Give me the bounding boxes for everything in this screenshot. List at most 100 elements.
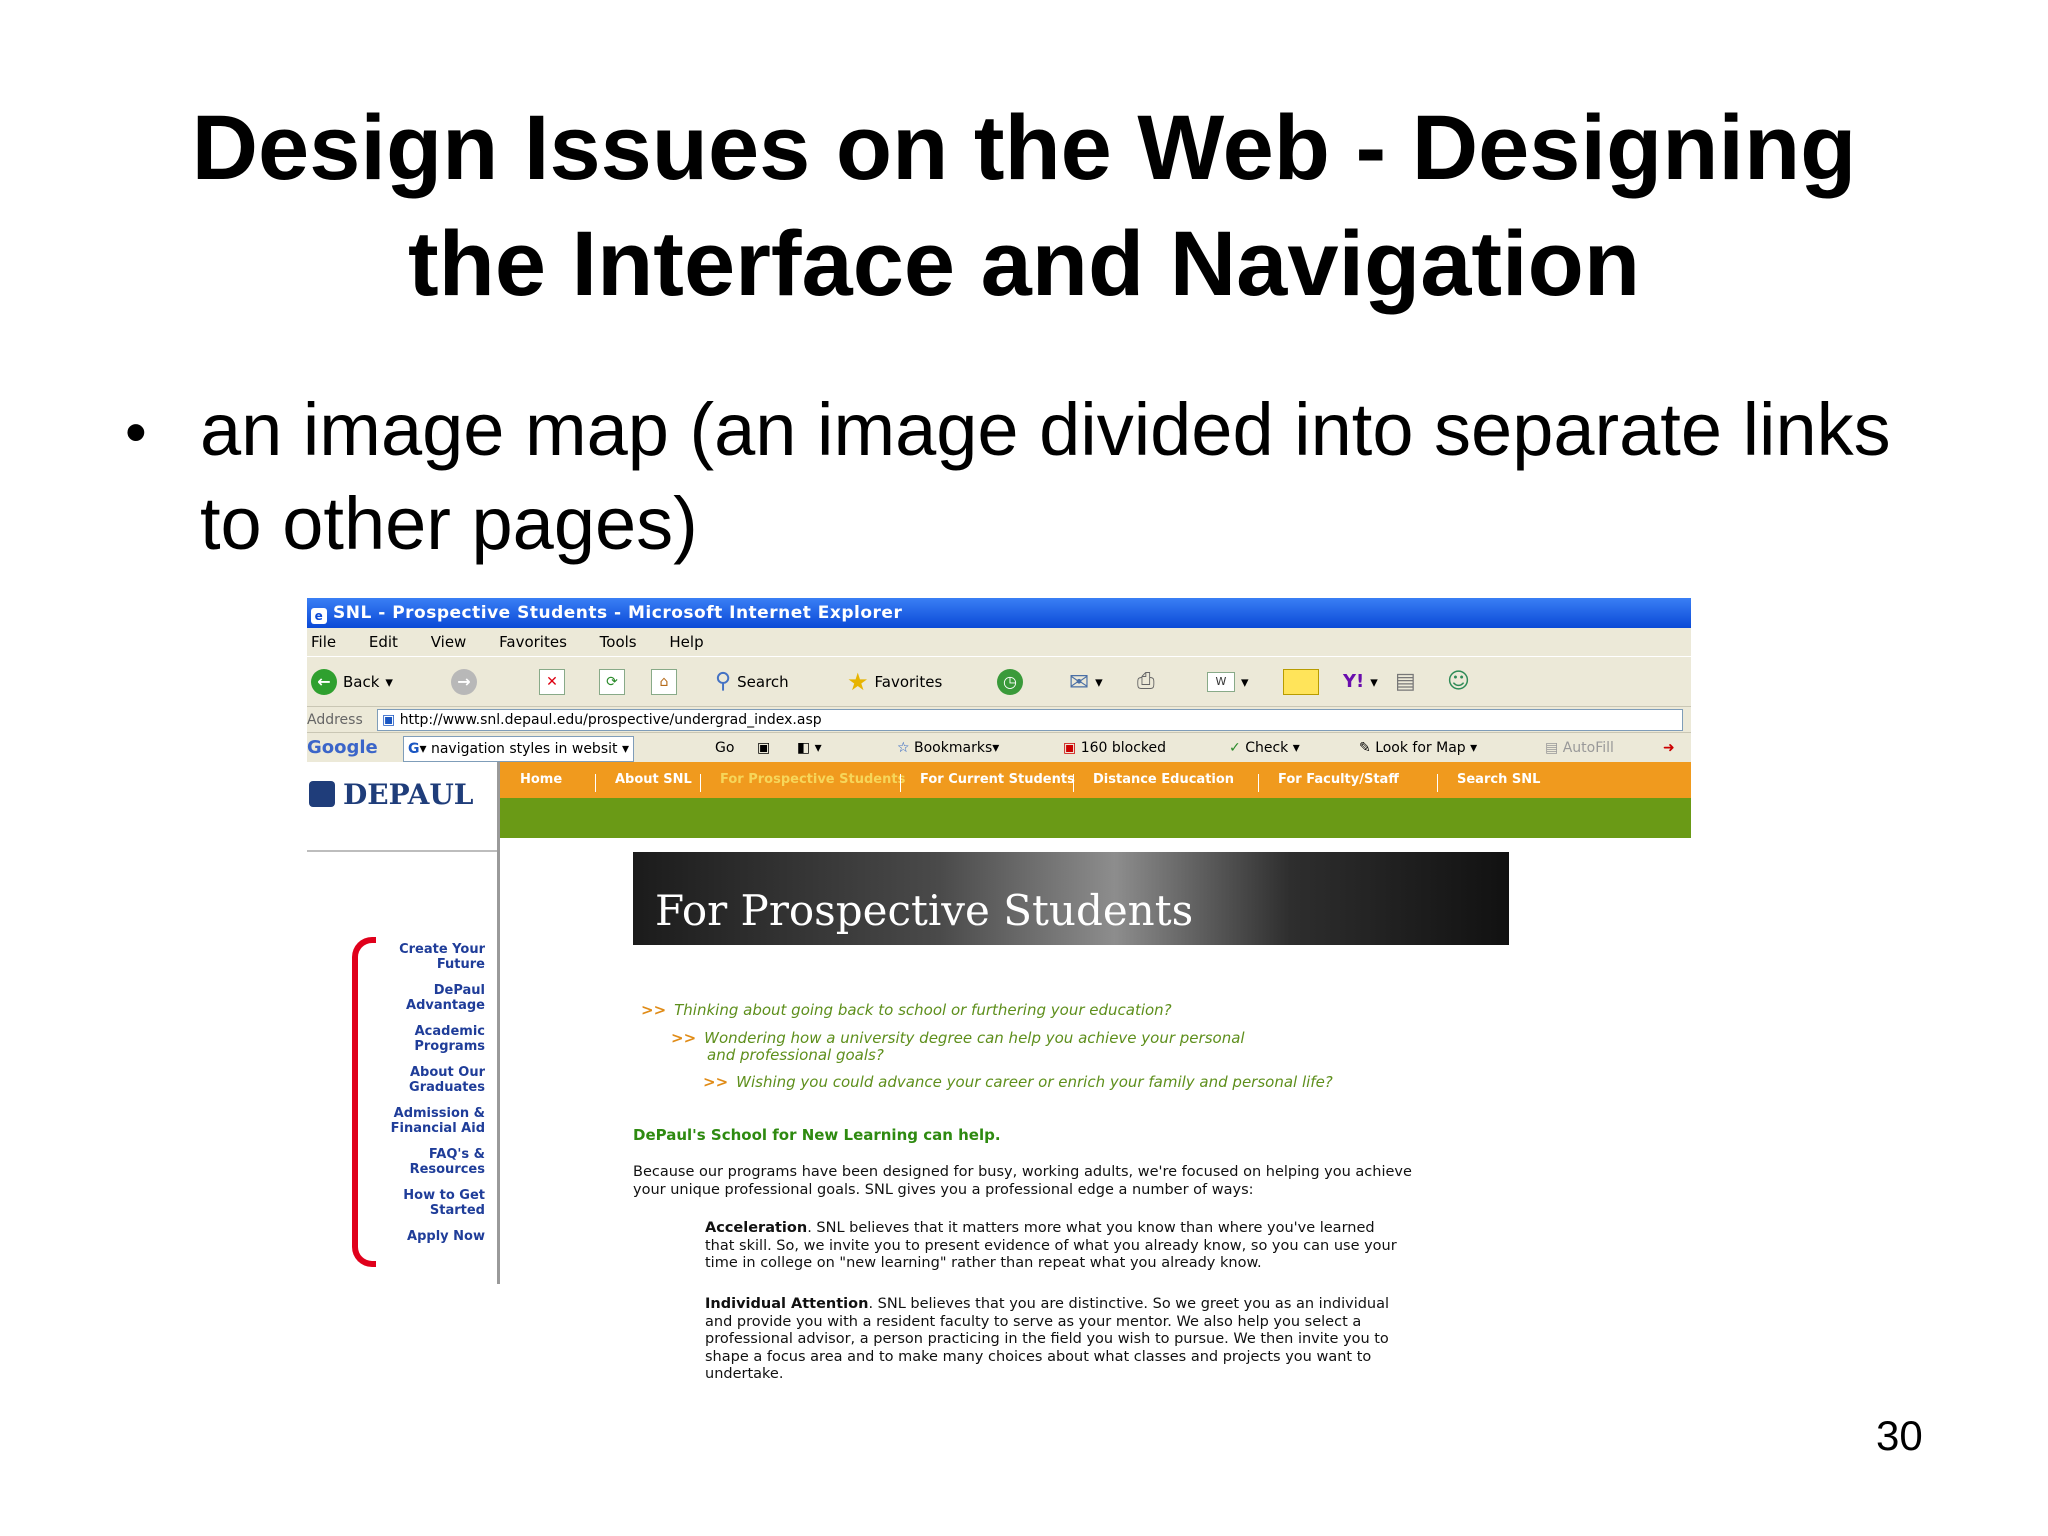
lookfor-map-button[interactable]: ✎ Look for Map ▾	[1359, 736, 1477, 760]
side-link-how-to-start[interactable]: How to Get Started	[345, 1188, 485, 1218]
menu-view[interactable]: View	[431, 633, 467, 651]
messenger-button[interactable]: ☺	[1447, 668, 1470, 696]
side-link-depaul-advantage[interactable]: DePaul Advantage	[345, 983, 485, 1013]
google-search-input[interactable]: G▾ navigation styles in websit ▾	[403, 736, 634, 762]
individual-line: shape a focus area and to make many choi…	[705, 1348, 1372, 1365]
note-button[interactable]	[1283, 668, 1319, 696]
side-link-faqs-resources[interactable]: FAQ's & Resources	[345, 1147, 485, 1177]
nav-current-students[interactable]: For Current Students	[920, 762, 1075, 798]
forward-button[interactable]: →	[451, 668, 477, 696]
lead-sentence: DePaul's School for New Learning can hel…	[633, 1126, 1001, 1144]
research-button[interactable]: ▤	[1395, 668, 1416, 696]
left-rule	[497, 762, 500, 1284]
side-link-line: Resources	[409, 1162, 485, 1177]
side-link-line: Admission &	[393, 1106, 485, 1121]
spellcheck-icon: ✓	[1229, 740, 1241, 756]
google-go-button[interactable]: Go	[715, 736, 734, 760]
nav-separator	[595, 774, 596, 792]
nav-home[interactable]: Home	[520, 762, 562, 798]
side-link-admission-aid[interactable]: Admission & Financial Aid	[345, 1106, 485, 1136]
acceleration-line: that skill. So, we invite you to present…	[705, 1237, 1397, 1254]
bookmarks-button[interactable]: ☆ Bookmarks▾	[897, 736, 999, 760]
side-link-academic-programs[interactable]: Academic Programs	[345, 1024, 485, 1054]
nav-about-snl[interactable]: About SNL	[615, 762, 692, 798]
question-2-text: Wondering how a university degree can he…	[704, 1029, 1245, 1047]
spellcheck-button[interactable]: ✓ Check ▾	[1229, 736, 1300, 760]
menu-tools[interactable]: Tools	[600, 633, 637, 651]
search-button[interactable]: ⚲ Search	[715, 668, 789, 696]
arrow-icon: >>	[671, 1029, 697, 1047]
google-options-icon[interactable]: ➜	[1663, 736, 1675, 760]
back-button[interactable]: ← Back ▾	[311, 668, 393, 696]
google-news-icon[interactable]: ▣	[757, 736, 770, 760]
green-band	[500, 798, 1691, 838]
menu-file[interactable]: File	[311, 633, 336, 651]
mail-button[interactable]: ✉ ▾	[1069, 668, 1103, 696]
edit-button[interactable]: W ▾	[1207, 668, 1249, 696]
acceleration-line: time in college on "new learning" rather…	[705, 1255, 1262, 1271]
intro-line: your unique professional goals. SNL give…	[633, 1181, 1254, 1198]
refresh-icon: ⟳	[599, 669, 625, 695]
popup-blocker-button[interactable]: ▣ 160 blocked	[1063, 736, 1166, 760]
menu-favorites[interactable]: Favorites	[499, 633, 567, 651]
individual-attention-paragraph: Individual Attention. SNL believes that …	[705, 1296, 1389, 1384]
forward-arrow-icon: →	[451, 669, 477, 695]
messenger-icon: ☺	[1447, 669, 1470, 694]
side-link-create-future[interactable]: Create Your Future	[345, 942, 485, 972]
browser-screenshot: e SNL - Prospective Students - Microsoft …	[307, 598, 1691, 1398]
refresh-button[interactable]: ⟳	[599, 668, 625, 696]
lookfor-dropdown-icon: ▾	[1470, 740, 1478, 756]
page-icon: ▣	[382, 712, 396, 728]
question-2: >> Wondering how a university degree can …	[671, 1030, 1245, 1064]
stop-button[interactable]: ✕	[539, 668, 565, 696]
nav-faculty-staff[interactable]: For Faculty/Staff	[1278, 762, 1399, 798]
favorites-button[interactable]: ★ Favorites	[847, 668, 942, 696]
nav-search-snl[interactable]: Search SNL	[1457, 762, 1540, 798]
depaul-logo[interactable]: DEPAUL	[307, 762, 497, 826]
individual-line: professional advisor, a person practicin…	[705, 1331, 1389, 1347]
research-icon: ▤	[1395, 669, 1416, 694]
side-link-about-graduates[interactable]: About Our Graduates	[345, 1065, 485, 1095]
back-label: Back	[343, 673, 380, 691]
bookmark-star-icon: ☆	[897, 740, 910, 756]
question-3-text: Wishing you could advance your career or…	[736, 1073, 1333, 1091]
side-link-line: Programs	[414, 1039, 485, 1054]
slide-number: 30	[1876, 1412, 1923, 1459]
search-icon: ⚲	[715, 669, 732, 694]
menu-edit[interactable]: Edit	[369, 633, 398, 651]
print-button[interactable]: ⎙	[1137, 668, 1155, 696]
side-link-apply-now[interactable]: Apply Now	[345, 1229, 485, 1244]
menu-help[interactable]: Help	[669, 633, 703, 651]
edit-dropdown-icon: ▾	[1241, 673, 1249, 691]
intro-paragraph: Because our programs have been designed …	[633, 1164, 1412, 1199]
google-pagerank-icon[interactable]: ◧ ▾	[797, 736, 822, 760]
side-link-line: FAQ's &	[428, 1147, 485, 1162]
nav-prospective-students[interactable]: For Prospective Students	[720, 762, 905, 798]
google-search-dropdown-arrow-icon: ▾	[621, 741, 629, 757]
question-3: >> Wishing you could advance your career …	[703, 1074, 1333, 1091]
printer-icon: ⎙	[1137, 669, 1155, 694]
autofill-button[interactable]: ▤ AutoFill	[1545, 736, 1614, 760]
popup-blocker-label: 160 blocked	[1080, 740, 1167, 756]
nav-separator	[900, 774, 901, 792]
history-button[interactable]: ◷	[997, 668, 1023, 696]
side-link-line: Academic	[414, 1024, 485, 1039]
arrow-icon: >>	[641, 1001, 667, 1019]
yahoo-button[interactable]: Y! ▾	[1343, 668, 1378, 696]
acceleration-heading: Acceleration	[705, 1220, 808, 1236]
nav-distance-education[interactable]: Distance Education	[1093, 762, 1234, 798]
slide-title-line-1: Design Issues on the Web - Designing	[191, 97, 1857, 199]
nav-separator	[1258, 774, 1259, 792]
history-icon: ◷	[997, 669, 1023, 695]
individual-attention-heading: Individual Attention	[705, 1296, 869, 1312]
question-1: >> Thinking about going back to school or…	[641, 1002, 1172, 1019]
home-button[interactable]: ⌂	[651, 668, 677, 696]
side-link-line: Future	[436, 957, 485, 972]
address-field[interactable]: ▣ http://www.snl.depaul.edu/prospective/…	[377, 709, 1683, 731]
side-link-line: How to Get	[403, 1188, 485, 1203]
back-dropdown-icon: ▾	[385, 673, 393, 691]
side-link-line: About Our	[409, 1065, 485, 1080]
bookmarks-dropdown-icon: ▾	[992, 740, 1000, 756]
ie-icon: e	[311, 608, 327, 624]
depaul-crest-icon	[309, 781, 335, 807]
